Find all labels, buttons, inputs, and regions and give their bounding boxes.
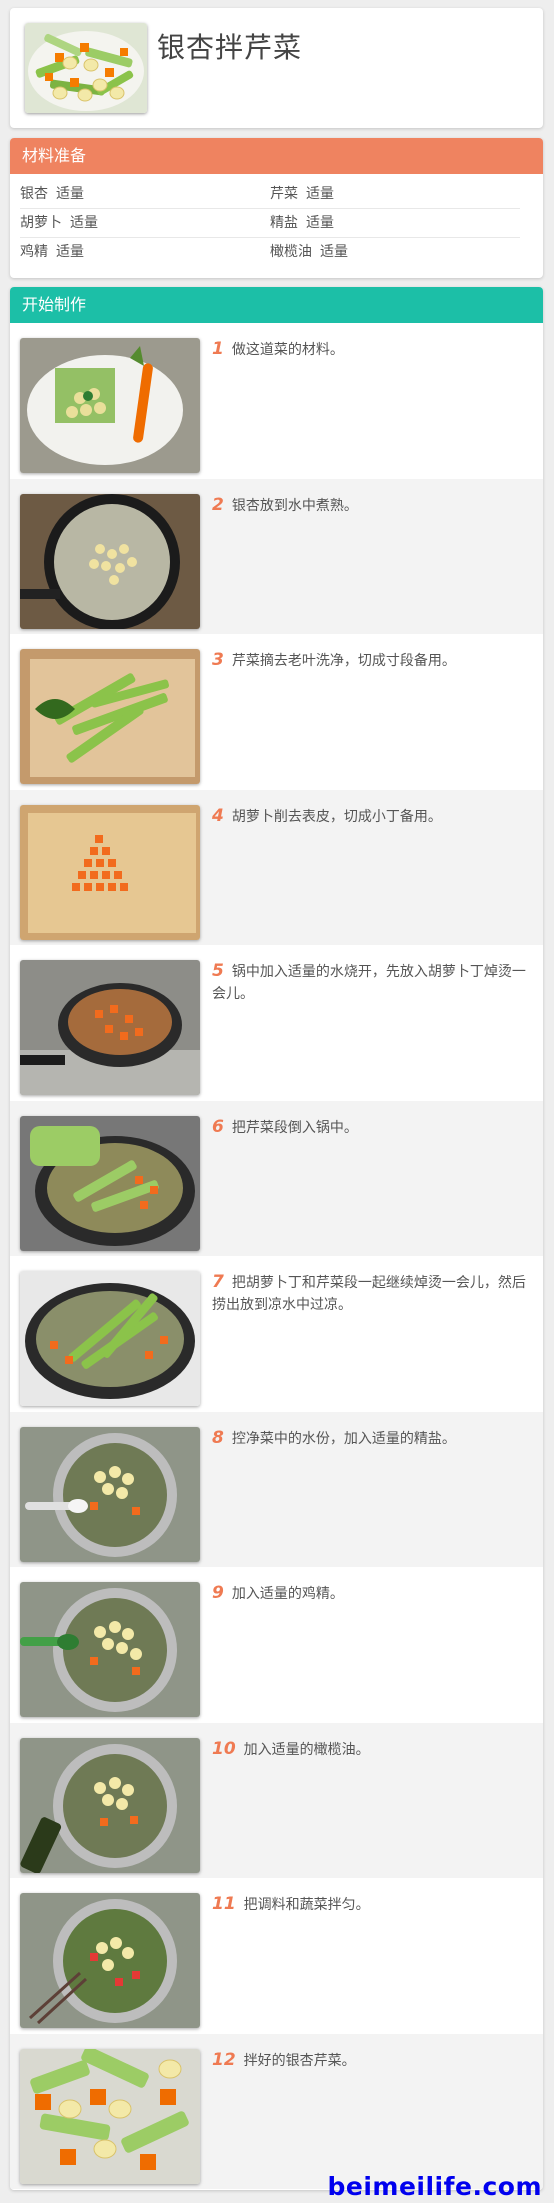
step-description: 把胡萝卜丁和芹菜段一起继续焯烫一会儿，然后捞出放到凉水中过凉。 bbox=[212, 1275, 526, 1313]
step-item: 12 拌好的银杏芹菜。 bbox=[10, 2033, 543, 2189]
step-description: 拌好的银杏芹菜。 bbox=[243, 2052, 356, 2069]
step-photo[interactable] bbox=[20, 1115, 200, 1251]
ingredient-item: 鸡精 适量 bbox=[20, 238, 270, 267]
step-photo[interactable] bbox=[20, 1737, 200, 1873]
step-photo[interactable] bbox=[20, 804, 200, 940]
step-description: 把芹菜段倒入锅中。 bbox=[231, 1119, 358, 1136]
step-item: 4 胡萝卜削去表皮，切成小丁备用。 bbox=[10, 789, 543, 945]
ingredient-name: 鸡精 bbox=[20, 244, 48, 260]
steps-list: 1 做这道菜的材料。 2 银杏放到水中煮熟。 3 芹菜摘去老叶洗净，切成寸段备用。 4… bbox=[10, 323, 543, 2189]
step-photo[interactable] bbox=[20, 493, 200, 629]
step-item: 5 锅中加入适量的水烧开，先放入胡萝卜丁焯烫一会儿。 bbox=[10, 945, 543, 1101]
recipe-title: 银杏拌芹菜 bbox=[157, 31, 303, 64]
step-item: 6 把芹菜段倒入锅中。 bbox=[10, 1100, 543, 1256]
step-description: 胡萝卜削去表皮，切成小丁备用。 bbox=[231, 808, 442, 825]
step-number: 2 bbox=[212, 494, 224, 515]
ingredients-row: 银杏 适量 芹菜 适量 bbox=[20, 180, 520, 209]
step-description: 做这道菜的材料。 bbox=[231, 342, 344, 358]
step-number: 9 bbox=[212, 1583, 224, 1603]
ingredient-item: 精盐 适量 bbox=[270, 209, 520, 237]
step-photo[interactable] bbox=[20, 1893, 200, 2028]
step-text: 6 把芹菜段倒入锅中。 bbox=[212, 1116, 532, 1139]
step-number: 6 bbox=[212, 1116, 224, 1137]
step-number: 1 bbox=[212, 339, 224, 359]
ingredient-name: 芹菜 bbox=[270, 186, 298, 202]
ingredient-qty: 适量 bbox=[56, 244, 84, 260]
step-description: 控净菜中的水份，加入适量的精盐。 bbox=[231, 1430, 456, 1447]
step-photo[interactable] bbox=[20, 1271, 200, 1406]
ingredient-name: 橄榄油 bbox=[270, 244, 312, 260]
step-description: 加入适量的橄榄油。 bbox=[243, 1741, 370, 1758]
ingredient-qty: 适量 bbox=[306, 186, 334, 202]
ingredients-section: 材料准备 银杏 适量 芹菜 适量 胡萝卜 适量 精盐 适量 鸡精 适量 橄榄油 适量 bbox=[10, 138, 543, 278]
step-text: 2 银杏放到水中煮熟。 bbox=[212, 494, 532, 517]
ingredient-qty: 适量 bbox=[306, 215, 334, 231]
step-photo[interactable] bbox=[20, 649, 200, 784]
step-number: 12 bbox=[212, 2049, 236, 2070]
step-item: 8 控净菜中的水份，加入适量的精盐。 bbox=[10, 1411, 543, 1567]
step-text: 9 加入适量的鸡精。 bbox=[212, 1582, 532, 1605]
step-number: 7 bbox=[212, 1272, 224, 1292]
step-photo[interactable] bbox=[20, 2048, 200, 2184]
step-photo[interactable] bbox=[20, 1582, 200, 1717]
step-item: 2 银杏放到水中煮熟。 bbox=[10, 478, 543, 634]
ingredient-name: 胡萝卜 bbox=[20, 215, 62, 231]
ingredients-list: 银杏 适量 芹菜 适量 胡萝卜 适量 精盐 适量 鸡精 适量 橄榄油 适量 bbox=[20, 180, 520, 267]
cover-photo[interactable] bbox=[25, 23, 147, 113]
step-number: 5 bbox=[212, 961, 224, 981]
step-item: 7 把胡萝卜丁和芹菜段一起继续焯烫一会儿，然后捞出放到凉水中过凉。 bbox=[10, 1256, 543, 1412]
ingredient-qty: 适量 bbox=[70, 215, 98, 231]
ingredient-name: 银杏 bbox=[20, 186, 48, 202]
step-text: 4 胡萝卜削去表皮，切成小丁备用。 bbox=[212, 805, 532, 828]
step-description: 把调料和蔬菜拌匀。 bbox=[243, 1897, 370, 1913]
step-number: 3 bbox=[212, 650, 224, 670]
step-description: 加入适量的鸡精。 bbox=[231, 1586, 344, 1602]
step-description: 芹菜摘去老叶洗净，切成寸段备用。 bbox=[231, 653, 456, 669]
step-text: 5 锅中加入适量的水烧开，先放入胡萝卜丁焯烫一会儿。 bbox=[212, 960, 532, 1005]
step-text: 10 加入适量的橄榄油。 bbox=[212, 1738, 532, 1761]
step-photo[interactable] bbox=[20, 338, 200, 473]
step-text: 3 芹菜摘去老叶洗净，切成寸段备用。 bbox=[212, 649, 532, 672]
ingredients-heading: 材料准备 bbox=[10, 138, 543, 174]
step-item: 11 把调料和蔬菜拌匀。 bbox=[10, 1878, 543, 2034]
ingredient-qty: 适量 bbox=[56, 186, 84, 202]
step-number: 8 bbox=[212, 1427, 224, 1448]
step-item: 10 加入适量的橄榄油。 bbox=[10, 1722, 543, 1878]
step-description: 银杏放到水中煮熟。 bbox=[231, 497, 358, 514]
ingredients-row: 胡萝卜 适量 精盐 适量 bbox=[20, 209, 520, 238]
ingredient-item: 银杏 适量 bbox=[20, 180, 270, 208]
step-number: 11 bbox=[212, 1894, 236, 1914]
step-number: 4 bbox=[212, 805, 224, 826]
ingredients-row: 鸡精 适量 橄榄油 适量 bbox=[20, 238, 520, 267]
site-watermark: beimeilife.com bbox=[327, 2172, 542, 2201]
ingredient-qty: 适量 bbox=[320, 244, 348, 260]
step-text: 1 做这道菜的材料。 bbox=[212, 338, 532, 361]
ingredient-item: 橄榄油 适量 bbox=[270, 238, 520, 267]
ingredient-item: 胡萝卜 适量 bbox=[20, 209, 270, 237]
step-text: 12 拌好的银杏芹菜。 bbox=[212, 2049, 532, 2072]
step-item: 1 做这道菜的材料。 bbox=[10, 323, 543, 479]
step-photo[interactable] bbox=[20, 1426, 200, 1562]
step-text: 8 控净菜中的水份，加入适量的精盐。 bbox=[212, 1427, 532, 1450]
step-item: 3 芹菜摘去老叶洗净，切成寸段备用。 bbox=[10, 634, 543, 790]
step-number: 10 bbox=[212, 1738, 236, 1759]
steps-heading: 开始制作 bbox=[10, 287, 543, 323]
step-item: 9 加入适量的鸡精。 bbox=[10, 1567, 543, 1723]
ingredient-item: 芹菜 适量 bbox=[270, 180, 520, 208]
step-text: 11 把调料和蔬菜拌匀。 bbox=[212, 1893, 532, 1916]
step-description: 锅中加入适量的水烧开，先放入胡萝卜丁焯烫一会儿。 bbox=[212, 964, 526, 1002]
step-photo[interactable] bbox=[20, 960, 200, 1095]
steps-section: 开始制作 1 做这道菜的材料。 2 银杏放到水中煮熟。 3 芹菜摘去老叶洗净，切成寸段… bbox=[10, 287, 543, 2190]
ingredient-name: 精盐 bbox=[270, 215, 298, 231]
step-text: 7 把胡萝卜丁和芹菜段一起继续焯烫一会儿，然后捞出放到凉水中过凉。 bbox=[212, 1271, 532, 1316]
recipe-header: 银杏拌芹菜 bbox=[10, 8, 543, 128]
